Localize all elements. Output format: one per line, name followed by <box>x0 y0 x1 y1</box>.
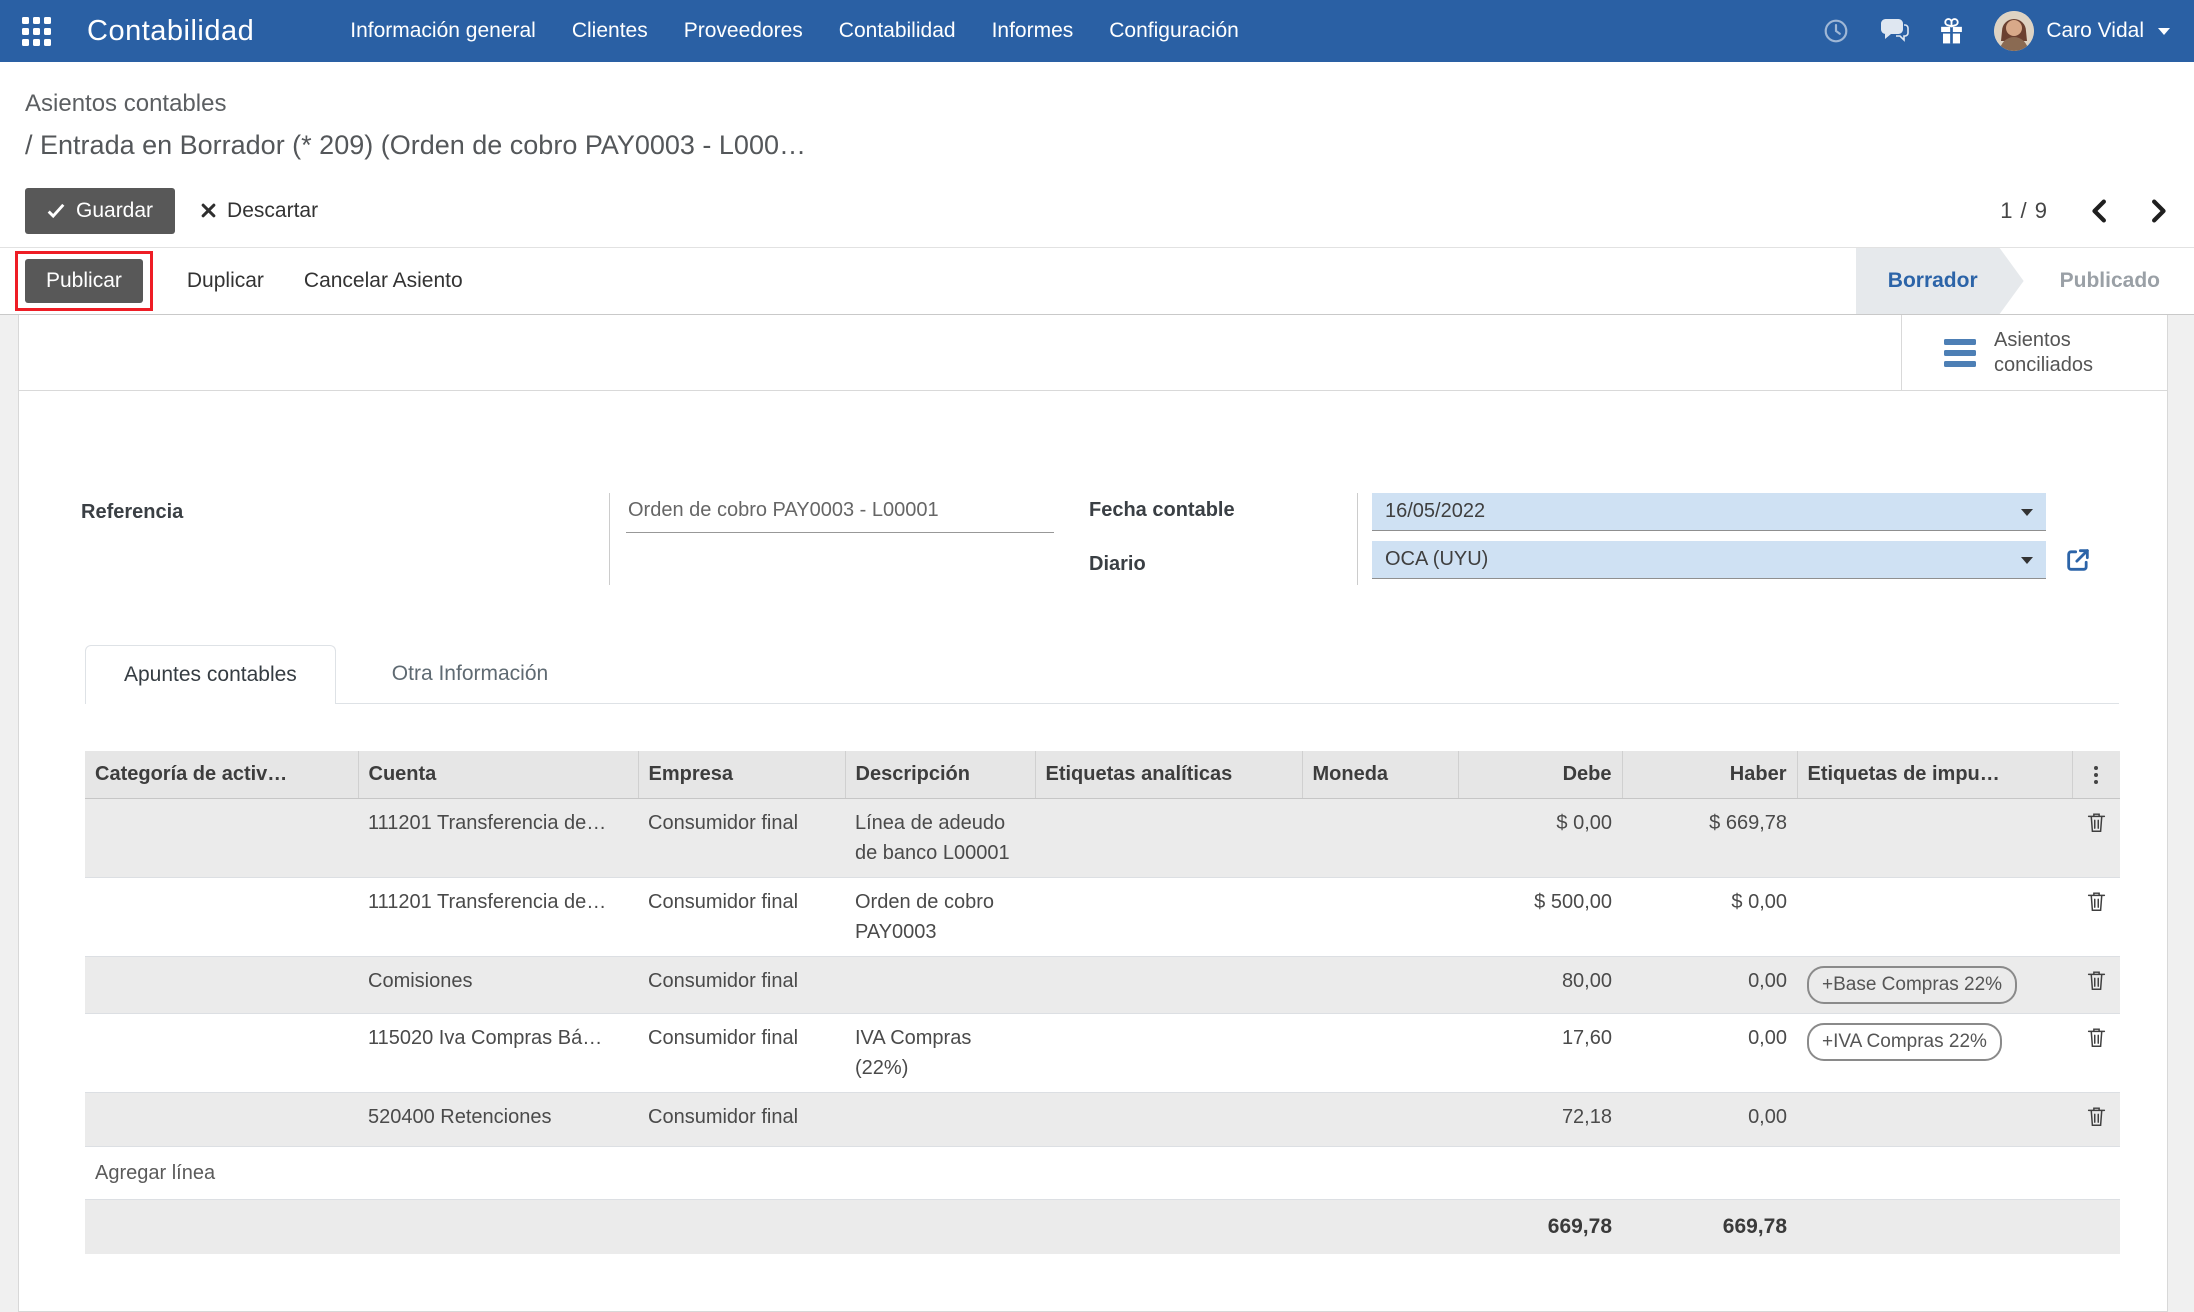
delete-row-button[interactable] <box>2086 1026 2107 1052</box>
list-bars-icon <box>1944 338 1976 367</box>
clock-icon[interactable] <box>1823 18 1849 44</box>
reference-label: Referencia <box>81 501 184 523</box>
top-navbar: Contabilidad Información general Cliente… <box>0 0 2194 62</box>
state-widget: Borrador Publicado <box>1856 248 2194 314</box>
tax-tag[interactable]: +Base Compras 22% <box>1807 966 2018 1004</box>
chat-icon[interactable] <box>1879 18 1910 44</box>
tab-apuntes-contables[interactable]: Apuntes contables <box>85 645 336 704</box>
col-categoria[interactable]: Categoría de activ… <box>85 751 359 799</box>
col-etiquetas-impuestos[interactable]: Etiquetas de impu… <box>1797 751 2073 799</box>
delete-row-button[interactable] <box>2086 1105 2107 1131</box>
table-options-button[interactable] <box>2072 751 2120 799</box>
journal-input[interactable] <box>1372 548 2046 571</box>
journal-field <box>1372 541 2046 579</box>
apps-grid-icon[interactable] <box>22 16 51 46</box>
col-haber[interactable]: Haber <box>1622 751 1798 799</box>
table-row: 111201 Transferencia de… Consumidor fina… <box>85 798 2120 878</box>
main-menu: Información general Clientes Proveedores… <box>350 19 1239 43</box>
table-row: 115020 Iva Compras Bá… Consumidor final … <box>85 1013 2120 1093</box>
app-brand[interactable]: Contabilidad <box>87 15 254 48</box>
kebab-dots-icon <box>2083 765 2111 784</box>
cancel-entry-button[interactable]: Cancelar Asiento <box>304 269 463 293</box>
col-etiquetas-analiticas[interactable]: Etiquetas analíticas <box>1035 751 1303 799</box>
control-panel: Guardar Descartar 1 / 9 <box>0 180 2194 248</box>
user-menu[interactable]: Caro Vidal <box>1994 11 2170 51</box>
delete-row-button[interactable] <box>2086 811 2107 837</box>
state-posted[interactable]: Publicado <box>2024 248 2194 314</box>
menu-contabilidad[interactable]: Contabilidad <box>839 19 956 43</box>
accounting-date-field <box>1372 493 2046 531</box>
breadcrumb-current-title: Entrada en Borrador (* 209) (Orden de co… <box>40 130 806 160</box>
breadcrumb-separator: / <box>25 130 33 160</box>
avatar <box>1994 11 2035 51</box>
sheet-header: Asientos conciliados <box>19 315 2167 391</box>
journal-items-table: Categoría de activ… Cuenta Empresa Descr… <box>85 751 2120 1254</box>
form-fields: Referencia Fecha contable Diario <box>19 391 2167 585</box>
menu-informes[interactable]: Informes <box>992 19 1074 43</box>
dropdown-caret-icon[interactable] <box>2021 557 2033 564</box>
delete-row-button[interactable] <box>2086 890 2107 916</box>
notebook-tabs: Apuntes contables Otra Información <box>85 645 2119 704</box>
delete-row-button[interactable] <box>2086 969 2107 995</box>
gift-icon[interactable] <box>1939 17 1964 45</box>
tax-tag[interactable]: +IVA Compras 22% <box>1807 1023 2002 1061</box>
close-icon <box>201 203 216 218</box>
table-row: Comisiones Consumidor final 80,00 0,00 +… <box>85 956 2120 1014</box>
external-link-icon[interactable] <box>2064 546 2092 574</box>
reconciled-entries-button[interactable]: Asientos conciliados <box>1901 315 2167 390</box>
col-descripcion[interactable]: Descripción <box>845 751 1036 799</box>
col-empresa[interactable]: Empresa <box>638 751 846 799</box>
statusbar: Publicar Duplicar Cancelar Asiento Borra… <box>0 248 2194 315</box>
caret-down-icon <box>2158 27 2170 35</box>
dropdown-caret-icon[interactable] <box>2021 509 2033 516</box>
totals-row: 669,78 669,78 <box>85 1199 2120 1254</box>
col-debe[interactable]: Debe <box>1458 751 1623 799</box>
table-row: 520400 Retenciones Consumidor final 72,1… <box>85 1092 2120 1147</box>
breadcrumb-parent[interactable]: Asientos contables <box>25 90 2170 118</box>
col-cuenta[interactable]: Cuenta <box>358 751 639 799</box>
form-sheet: Asientos conciliados Referencia Fecha co… <box>18 315 2168 1312</box>
table-row: 111201 Transferencia de… Consumidor fina… <box>85 877 2120 957</box>
tab-otra-informacion[interactable]: Otra Información <box>354 645 586 703</box>
check-icon <box>47 203 65 218</box>
menu-configuracion[interactable]: Configuración <box>1109 19 1239 43</box>
menu-informacion-general[interactable]: Información general <box>350 19 536 43</box>
save-button[interactable]: Guardar <box>25 187 176 234</box>
pager-previous-button[interactable] <box>2090 199 2107 223</box>
user-name: Caro Vidal <box>2046 19 2144 42</box>
table-header-row: Categoría de activ… Cuenta Empresa Descr… <box>85 751 2120 799</box>
total-debe: 669,78 <box>1458 1199 1622 1254</box>
breadcrumb: Asientos contables / Entrada en Borrador… <box>0 62 2194 180</box>
pager-next-button[interactable] <box>2151 199 2168 223</box>
accounting-date-input[interactable] <box>1372 500 2046 523</box>
journal-label: Diario <box>1089 553 1146 575</box>
content-area: Asientos conciliados Referencia Fecha co… <box>0 315 2194 1312</box>
state-draft[interactable]: Borrador <box>1856 248 2024 314</box>
add-line-row: Agregar línea <box>85 1146 2120 1200</box>
pager-count: 1 / 9 <box>2000 197 2048 223</box>
breadcrumb-current: / Entrada en Borrador (* 209) (Orden de … <box>25 130 2170 161</box>
duplicate-button[interactable]: Duplicar <box>187 269 264 293</box>
menu-proveedores[interactable]: Proveedores <box>684 19 803 43</box>
pager: 1 / 9 <box>2000 198 2168 224</box>
total-haber: 669,78 <box>1622 1199 1797 1254</box>
menu-clientes[interactable]: Clientes <box>572 19 648 43</box>
col-moneda[interactable]: Moneda <box>1302 751 1459 799</box>
reference-input[interactable] <box>626 493 1054 533</box>
accounting-date-label: Fecha contable <box>1089 499 1235 521</box>
add-line-link[interactable]: Agregar línea <box>85 1146 2120 1200</box>
publish-button[interactable]: Publicar <box>25 259 143 303</box>
discard-button[interactable]: Descartar <box>201 199 318 223</box>
